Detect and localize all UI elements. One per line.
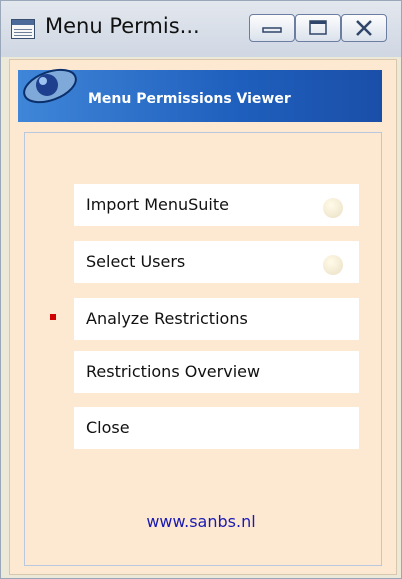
active-step-marker-icon (50, 314, 56, 320)
menu-item-label: Analyze Restrictions (86, 309, 248, 328)
minimize-icon (262, 27, 282, 33)
table-window-icon[interactable] (11, 19, 35, 39)
status-dot-icon (323, 255, 343, 275)
maximize-icon (309, 20, 327, 35)
menu-item-label: Select Users (86, 252, 186, 271)
close-button[interactable] (341, 14, 387, 42)
website-link[interactable]: www.sanbs.nl (0, 512, 402, 531)
menu-item-label: Close (86, 418, 130, 437)
title-bar[interactable]: Menu Permis... (1, 1, 401, 57)
sphere-logo-icon (23, 68, 77, 104)
menu-item-label: Import MenuSuite (86, 195, 229, 214)
analyze-restrictions-button[interactable]: Analyze Restrictions (74, 298, 359, 340)
restrictions-overview-button[interactable]: Restrictions Overview (74, 351, 359, 393)
minimize-button[interactable] (249, 14, 295, 42)
menu-item-label: Restrictions Overview (86, 362, 261, 381)
status-dot-icon (323, 198, 343, 218)
close-menu-button[interactable]: Close (74, 407, 359, 449)
close-icon (356, 20, 372, 36)
import-menusuite-button[interactable]: Import MenuSuite (74, 184, 359, 226)
window-title: Menu Permis... (45, 14, 200, 38)
banner-title: Menu Permissions Viewer (88, 91, 291, 107)
maximize-button[interactable] (295, 14, 341, 42)
select-users-button[interactable]: Select Users (74, 241, 359, 283)
